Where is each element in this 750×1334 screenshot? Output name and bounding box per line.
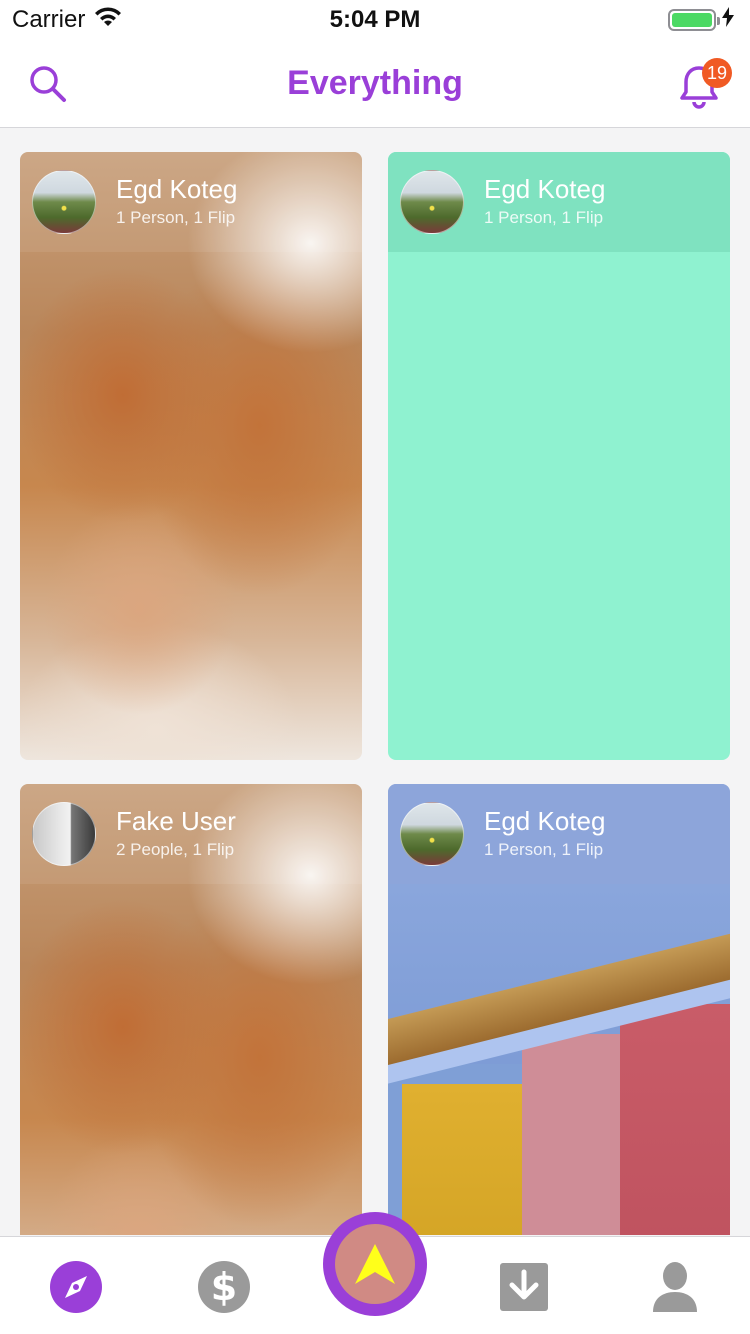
flip-card[interactable]: Fake User 2 People, 1 Flip [20, 784, 362, 1235]
battery-icon [668, 9, 720, 31]
card-subtitle: 1 Person, 1 Flip [484, 840, 604, 859]
card-user-name: Egd Koteg [116, 174, 238, 204]
status-left: Carrier [12, 6, 123, 35]
dollar-icon: $ [198, 1261, 250, 1313]
tab-profile[interactable] [647, 1259, 703, 1315]
search-icon [30, 66, 66, 102]
app-header: Everything 19 [0, 40, 750, 128]
tab-download[interactable] [496, 1259, 552, 1315]
charging-icon [722, 6, 734, 34]
avatar[interactable] [400, 802, 464, 866]
download-icon [500, 1263, 548, 1311]
flip-card[interactable]: Egd Koteg 1 Person, 1 Flip [20, 152, 362, 760]
card-header: Egd Koteg 1 Person, 1 Flip [388, 152, 730, 252]
feed-grid: Egd Koteg 1 Person, 1 Flip Egd Koteg 1 P… [0, 129, 750, 1235]
flip-card[interactable]: Egd Koteg 1 Person, 1 Flip [388, 152, 730, 760]
svg-text:$: $ [211, 1265, 237, 1309]
status-right [668, 6, 734, 34]
status-bar: Carrier 5:04 PM [0, 0, 750, 40]
notifications-button[interactable]: 19 [674, 58, 732, 110]
tab-money[interactable]: $ [196, 1259, 252, 1315]
card-subtitle: 1 Person, 1 Flip [484, 208, 604, 227]
card-header: Egd Koteg 1 Person, 1 Flip [388, 784, 730, 884]
profile-icon [653, 1262, 697, 1312]
house-image-wall [522, 1034, 620, 1235]
create-flip-button-inner [335, 1224, 415, 1304]
avatar[interactable] [32, 170, 96, 234]
page-title: Everything [287, 64, 463, 102]
tab-explore[interactable] [48, 1259, 104, 1315]
compass-icon [50, 1261, 102, 1313]
house-image-wall [620, 1004, 730, 1235]
avatar[interactable] [32, 802, 96, 866]
create-flip-button[interactable] [323, 1212, 427, 1316]
battery-fill [672, 13, 712, 27]
wifi-icon [93, 6, 123, 35]
arrow-up-icon [355, 1244, 395, 1284]
card-subtitle: 1 Person, 1 Flip [116, 208, 236, 227]
carrier-label: Carrier [12, 6, 86, 33]
house-image-door [402, 1084, 522, 1235]
card-subtitle: 2 People, 1 Flip [116, 840, 235, 859]
card-header: Egd Koteg 1 Person, 1 Flip [20, 152, 362, 252]
notification-badge: 19 [701, 58, 732, 88]
card-user-name: Fake User [116, 806, 236, 836]
card-user-name: Egd Koteg [484, 174, 606, 204]
avatar[interactable] [400, 170, 464, 234]
flip-card[interactable]: Egd Koteg 1 Person, 1 Flip [388, 784, 730, 1235]
card-header: Fake User 2 People, 1 Flip [20, 784, 362, 884]
search-button[interactable] [26, 62, 70, 106]
card-user-name: Egd Koteg [484, 806, 606, 836]
